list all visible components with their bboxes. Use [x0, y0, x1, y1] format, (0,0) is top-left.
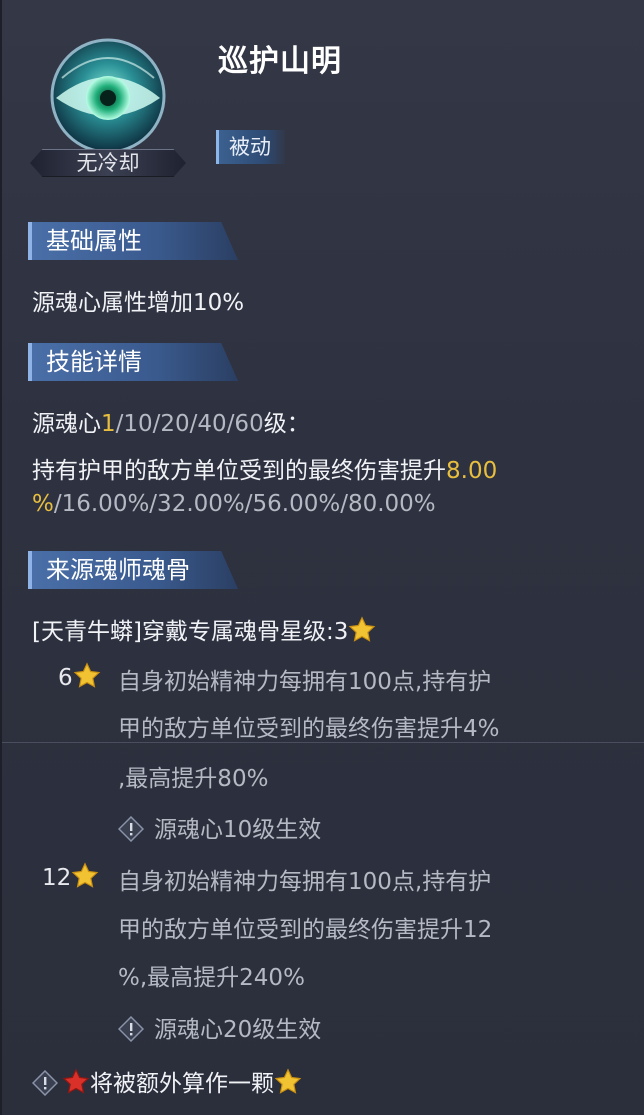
- bonus-level-6: 6: [58, 662, 101, 691]
- source-title: [天青牛蟒]穿戴专属魂骨星级:3: [32, 619, 349, 645]
- star-icon: [349, 616, 376, 642]
- cooldown-label: 无冷却: [30, 149, 186, 177]
- info-diamond-icon: [118, 1016, 144, 1042]
- bonus-condition: 源魂心10级生效: [154, 817, 322, 843]
- detail-current-level: 1: [101, 411, 116, 437]
- detail-values-line: %/16.00%/32.00%/56.00%/80.00%: [32, 491, 436, 517]
- detail-suffix: 级：: [263, 411, 310, 437]
- detail-text: 持有护甲的敌方单位受到的最终伤害提升: [32, 458, 446, 484]
- basic-attribute-text: 源魂心属性增加10%: [32, 290, 245, 316]
- bonus-text-line3: ,最高提升80%: [118, 766, 269, 792]
- bonus-condition-row: 源魂心20级生效: [118, 1010, 321, 1044]
- detail-value-current-b: %: [32, 491, 54, 517]
- info-diamond-icon: [118, 816, 144, 842]
- bonus-text-line1: 自身初始精神力每拥有100点,持有护: [118, 669, 492, 695]
- skill-type-badge: 被动: [216, 130, 285, 164]
- eye-skill-icon: [50, 38, 166, 154]
- bonus-condition: 源魂心20级生效: [154, 1017, 322, 1043]
- skill-tooltip-panel: 无冷却 巡护山明 被动 基础属性 源魂心属性增加10% 技能详情 源魂心1/10…: [0, 0, 644, 1115]
- detail-text-line: 持有护甲的敌方单位受到的最终伤害提升8.00: [32, 451, 497, 485]
- bonus-text-line2: 甲的敌方单位受到的最终伤害提升12: [118, 917, 493, 943]
- bonus-level-number: 6: [58, 665, 73, 691]
- detail-other-levels: /10/20/40/60: [115, 411, 264, 437]
- detail-values-rest: /16.00%/32.00%/56.00%/80.00%: [53, 491, 436, 517]
- skill-title: 巡护山明: [218, 44, 342, 79]
- bonus-text-line2: 甲的敌方单位受到的最终伤害提升4%: [118, 716, 500, 742]
- footer-note-row: 将被额外算作一颗: [32, 1064, 302, 1098]
- star-icon: [71, 862, 99, 888]
- section-header-source: 来源魂师魂骨: [28, 551, 238, 589]
- bonus-level-12: 12: [42, 862, 99, 891]
- star-icon: [274, 1068, 302, 1094]
- bonus-condition-row: 源魂心10级生效: [118, 810, 321, 844]
- footer-note: 将被额外算作一颗: [90, 1071, 274, 1097]
- section-header-basic: 基础属性: [28, 222, 238, 260]
- source-title-line: [天青牛蟒]穿戴专属魂骨星级:3: [32, 612, 376, 646]
- section-header-detail: 技能详情: [28, 343, 238, 381]
- bonus-text-line3: %,最高提升240%: [118, 965, 305, 991]
- star-icon: [73, 662, 100, 688]
- divider: [2, 742, 644, 743]
- info-diamond-icon: [32, 1070, 58, 1096]
- detail-value-current-a: 8.00: [446, 458, 498, 484]
- detail-prefix: 源魂心: [32, 411, 101, 437]
- bonus-text-line1: 自身初始精神力每拥有100点,持有护: [118, 869, 492, 895]
- red-star-icon: [62, 1068, 90, 1094]
- detail-level-line: 源魂心1/10/20/40/60级：: [32, 404, 310, 438]
- bonus-level-number: 12: [42, 865, 72, 891]
